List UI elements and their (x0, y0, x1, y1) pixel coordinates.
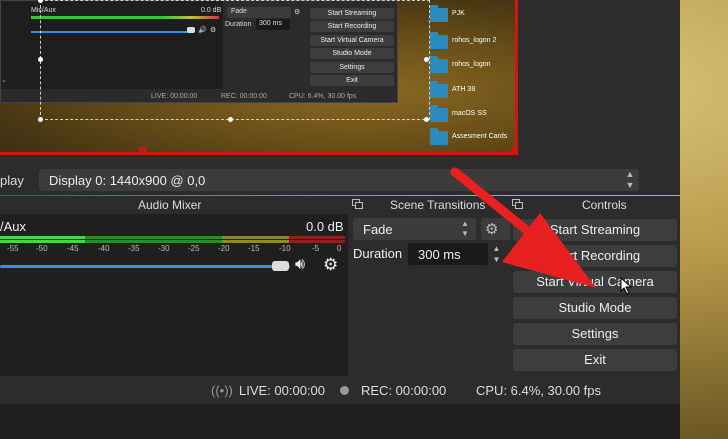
mouse-cursor-icon (620, 277, 632, 295)
annotation-arrow (450, 167, 596, 288)
